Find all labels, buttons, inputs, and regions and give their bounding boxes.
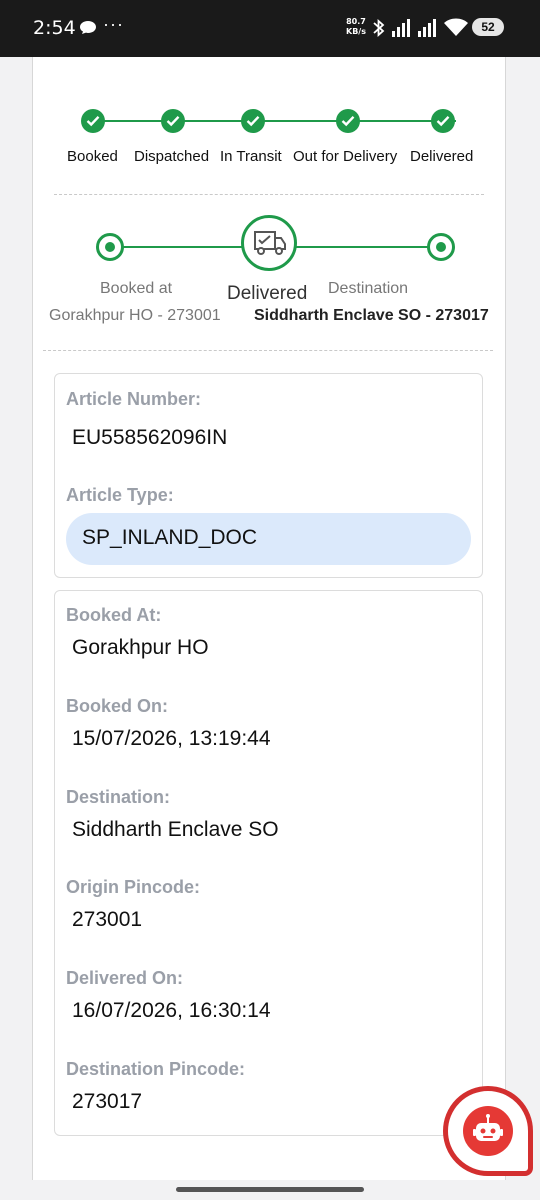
article-type-value: SP_INLAND_DOC bbox=[82, 526, 258, 549]
signal-icon bbox=[392, 19, 410, 37]
step-out-for-delivery-check-icon bbox=[336, 109, 360, 133]
booking-details-card bbox=[54, 590, 483, 1136]
signal-icon bbox=[418, 19, 436, 37]
booked-on-value: 15/07/2026, 13:19:44 bbox=[72, 727, 271, 750]
delivery-truck-icon bbox=[241, 215, 297, 271]
step-dispatched-check-icon bbox=[161, 109, 185, 133]
destination-pincode-value: 273017 bbox=[72, 1090, 143, 1113]
booked-at-label: Booked At: bbox=[66, 605, 162, 625]
destination-label: Destination: bbox=[66, 787, 171, 807]
step-label: Out for Delivery bbox=[293, 148, 398, 165]
home-indicator[interactable] bbox=[176, 1187, 364, 1192]
step-label: In Transit bbox=[220, 148, 282, 165]
status-time: 2:54 bbox=[33, 17, 76, 39]
article-type-label: Article Type: bbox=[66, 485, 174, 505]
destination-caption: Destination bbox=[328, 280, 409, 297]
destination-marker-icon bbox=[427, 233, 455, 261]
step-label: Booked bbox=[67, 148, 118, 165]
divider bbox=[43, 350, 493, 351]
article-number-label: Article Number: bbox=[66, 389, 202, 409]
origin-pincode-label: Origin Pincode: bbox=[66, 877, 201, 897]
step-label: Delivered bbox=[410, 148, 474, 165]
step-booked-check-icon bbox=[81, 109, 105, 133]
wifi-icon bbox=[444, 18, 468, 36]
divider bbox=[54, 194, 484, 195]
origin-office: Gorakhpur HO - 273001 bbox=[49, 307, 221, 324]
delivered-on-value: 16/07/2026, 16:30:14 bbox=[72, 999, 271, 1022]
status-bar: 2:54 ··· 80.7 KB/s 52 bbox=[0, 0, 540, 57]
network-speed: 80.7 KB/s bbox=[346, 17, 366, 36]
delivered-on-label: Delivered On: bbox=[66, 968, 184, 988]
battery-icon: 52 bbox=[472, 18, 504, 36]
booked-on-label: Booked On: bbox=[66, 696, 168, 716]
origin-marker-icon bbox=[96, 233, 124, 261]
step-label: Dispatched bbox=[134, 148, 210, 165]
delivery-status: Delivered bbox=[227, 283, 308, 304]
progress-line bbox=[100, 120, 456, 122]
article-number-value: EU558562096IN bbox=[72, 426, 228, 449]
chat-notification-icon bbox=[80, 21, 96, 34]
origin-pincode-value: 273001 bbox=[72, 908, 143, 931]
origin-caption: Booked at bbox=[100, 280, 173, 297]
step-delivered-check-icon bbox=[431, 109, 455, 133]
more-notifications-icon: ··· bbox=[103, 14, 124, 34]
robot-icon bbox=[463, 1106, 513, 1156]
step-in-transit-check-icon bbox=[241, 109, 265, 133]
destination-value: Siddharth Enclave SO bbox=[72, 818, 279, 841]
destination-office: Siddharth Enclave SO - 273017 bbox=[254, 307, 489, 324]
article-type-badge: SP_INLAND_DOC bbox=[66, 513, 471, 565]
destination-pincode-label: Destination Pincode: bbox=[66, 1059, 246, 1079]
booked-at-value: Gorakhpur HO bbox=[72, 636, 209, 659]
chatbot-button[interactable] bbox=[443, 1086, 533, 1176]
bluetooth-icon bbox=[373, 18, 385, 38]
